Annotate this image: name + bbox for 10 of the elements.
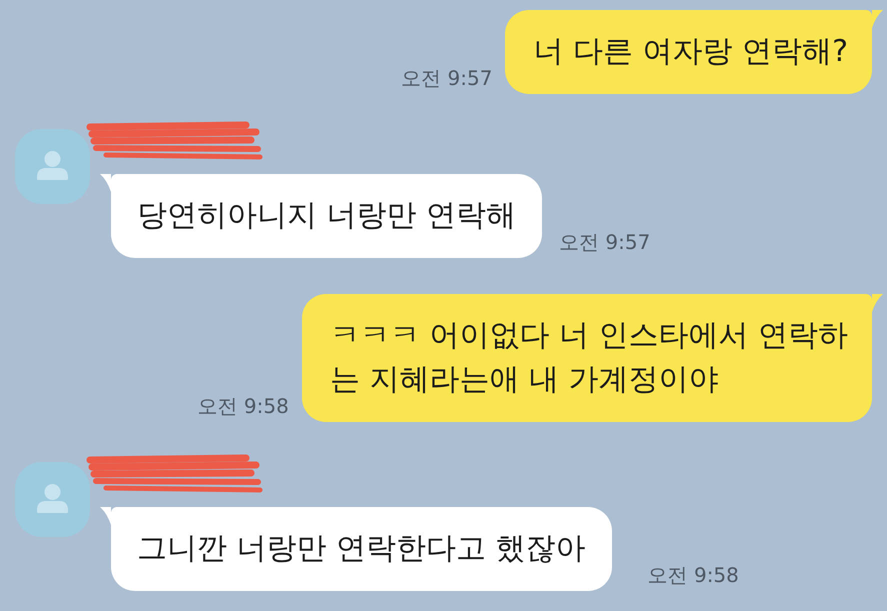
message-text: 너 다른 여자랑 연락해? (533, 33, 848, 71)
avatar-icon (15, 129, 90, 204)
message-text: 당연히아니지 너랑만 연락해 (137, 197, 516, 235)
avatar-icon (15, 462, 90, 537)
message-time: 오전 9:57 (559, 230, 650, 254)
message-text: ㅋㅋㅋ 어이없다 너 인스타에서 연락하 는 지혜라는애 내 가계정이야 (330, 317, 848, 399)
message-time: 오전 9:58 (648, 563, 739, 587)
message-time: 오전 9:57 (401, 66, 492, 90)
message-time: 오전 9:58 (198, 394, 289, 418)
message-text: 그니깐 너랑만 연락한다고 했잖아 (137, 530, 586, 568)
